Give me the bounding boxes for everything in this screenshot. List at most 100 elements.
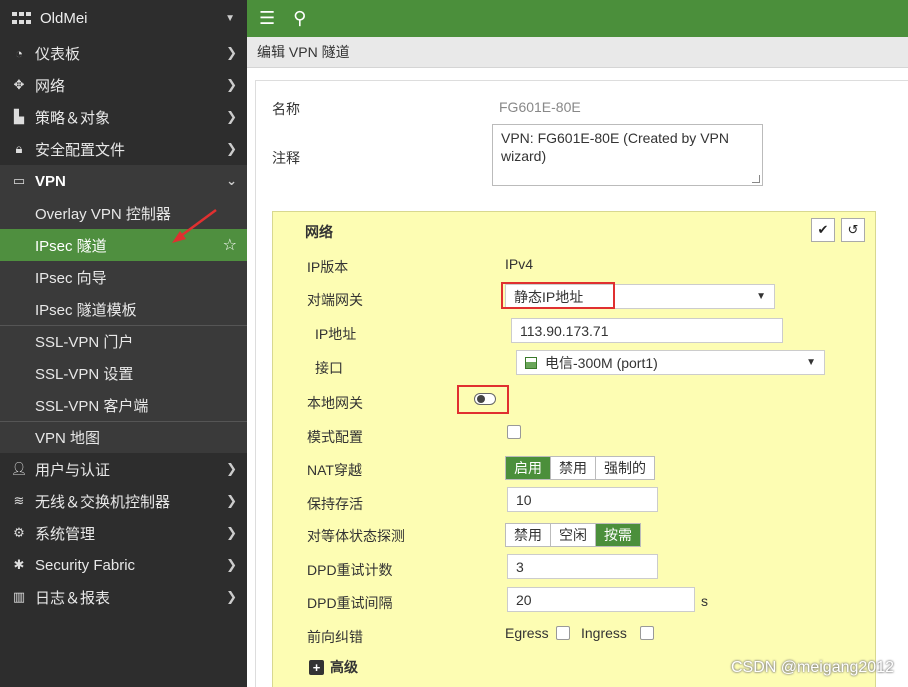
network-panel: 网络 ✔ ↺ IP版本 IPv4 对端网关 静态IP地址 ▼ IP地址 113.… bbox=[272, 211, 876, 687]
port-icon bbox=[525, 356, 537, 369]
fortinet-logo-icon bbox=[12, 11, 32, 26]
watermark: CSDN @meigang2012 bbox=[731, 659, 894, 676]
chevron-right-icon: ❯ bbox=[226, 141, 237, 156]
ip-address-value: 113.90.173.71 bbox=[520, 322, 609, 339]
sidebar: OldMei ▼ ◔ 仪表板 ❯ ✥ 网络 ❯ ▙ 策略＆对象 ❯ 🔒︎ 安全配… bbox=[0, 0, 247, 687]
caret-down-icon: ▼ bbox=[806, 357, 816, 368]
sidebar-item-label: 安全配置文件 bbox=[35, 141, 126, 159]
dpd-label: 对等体状态探测 bbox=[307, 528, 405, 544]
caret-down-icon: ▼ bbox=[225, 13, 235, 24]
sidebar-item-dashboard[interactable]: ◔ 仪表板 ❯ bbox=[0, 37, 247, 69]
fabric-icon: ✱ bbox=[13, 557, 25, 572]
dpd-selector[interactable]: 禁用 空闲 按需 bbox=[505, 523, 641, 547]
ip-address-input[interactable]: 113.90.173.71 bbox=[511, 318, 783, 343]
org-name: OldMei bbox=[40, 10, 88, 27]
dpd-retry-interval-label: DPD重试间隔 bbox=[307, 595, 393, 611]
dpd-retry-count-input[interactable]: 3 bbox=[507, 554, 658, 579]
sidebar-item-network[interactable]: ✥ 网络 ❯ bbox=[0, 69, 247, 101]
comment-input[interactable]: VPN: FG601E-80E (Created by VPN wizard) bbox=[492, 124, 763, 186]
highlight-box bbox=[457, 385, 509, 414]
confirm-button[interactable]: ✔ bbox=[811, 218, 835, 242]
sidebar-item-wifi-switch[interactable]: ≋ 无线＆交换机控制器 ❯ bbox=[0, 485, 247, 517]
dpd-option-idle[interactable]: 空闲 bbox=[551, 524, 596, 546]
sidebar-item-security-profiles[interactable]: 🔒︎ 安全配置文件 ❯ bbox=[0, 133, 247, 165]
chevron-right-icon: ❯ bbox=[226, 461, 237, 476]
laptop-icon: ▭ bbox=[12, 173, 26, 188]
sidebar-item-label: IPsec 隧道 bbox=[35, 237, 107, 255]
undo-icon: ↺ bbox=[847, 222, 859, 237]
policy-icon: ▙ bbox=[14, 109, 24, 124]
dashboard-icon: ◔ bbox=[15, 45, 23, 61]
dpd-option-on-demand[interactable]: 按需 bbox=[596, 524, 640, 546]
edit-vpn-form: 名称 FG601E-80E 注释 VPN: FG601E-80E (Create… bbox=[255, 80, 908, 687]
egress-checkbox[interactable] bbox=[556, 626, 570, 640]
sidebar-item-label: 用户与认证 bbox=[35, 461, 111, 479]
sidebar-item-system[interactable]: ⚙ 系统管理 ❯ bbox=[0, 517, 247, 549]
breadcrumb: 编辑 VPN 隧道 bbox=[247, 37, 908, 68]
dpd-retry-interval-input[interactable]: 20 bbox=[507, 587, 695, 612]
sidebar-item-ssl-settings[interactable]: SSL-VPN 设置 bbox=[0, 357, 247, 389]
nat-option-enable[interactable]: 启用 bbox=[506, 457, 551, 479]
sidebar-item-label: 仪表板 bbox=[35, 45, 81, 63]
dpd-retry-count-label: DPD重试计数 bbox=[307, 562, 393, 578]
keepalive-input[interactable]: 10 bbox=[507, 487, 658, 512]
sidebar-item-user-auth[interactable]: 👤︎ 用户与认证 ❯ bbox=[0, 453, 247, 485]
org-switcher[interactable]: OldMei ▼ bbox=[0, 0, 247, 37]
sidebar-item-label: 无线＆交换机控制器 bbox=[35, 493, 171, 511]
nat-option-disable[interactable]: 禁用 bbox=[551, 457, 596, 479]
lock-icon: 🔒︎ bbox=[15, 141, 23, 156]
star-icon[interactable]: ☆ bbox=[223, 235, 237, 255]
sidebar-item-label: 系统管理 bbox=[35, 525, 96, 543]
sidebar-item-ssl-clients[interactable]: SSL-VPN 客户端 bbox=[0, 389, 247, 421]
dpd-option-disable[interactable]: 禁用 bbox=[506, 524, 551, 546]
chevron-right-icon: ❯ bbox=[226, 45, 237, 60]
advanced-toggle[interactable]: + 高级 bbox=[309, 657, 358, 677]
sidebar-item-security-fabric[interactable]: ✱ Security Fabric ❯ bbox=[0, 549, 247, 581]
sidebar-item-label: SSL-VPN 客户端 bbox=[35, 397, 149, 415]
wifi-icon: ≋ bbox=[13, 493, 25, 508]
chevron-right-icon: ❯ bbox=[226, 589, 237, 604]
menu-icon[interactable]: ☰ bbox=[259, 8, 275, 29]
caret-down-icon: ▼ bbox=[756, 291, 766, 302]
sidebar-item-ipsec-wizard[interactable]: IPsec 向导 bbox=[0, 261, 247, 293]
mode-config-checkbox[interactable] bbox=[507, 425, 521, 439]
sidebar-item-log-report[interactable]: ▥ 日志＆报表 ❯ bbox=[0, 581, 247, 613]
revert-button[interactable]: ↺ bbox=[841, 218, 865, 242]
top-bar: ☰ ⚲ bbox=[247, 0, 908, 37]
ingress-checkbox[interactable] bbox=[640, 626, 654, 640]
sidebar-item-label: Overlay VPN 控制器 bbox=[35, 205, 171, 223]
interface-select[interactable]: 电信-300M (port1) ▼ bbox=[516, 350, 825, 375]
ip-address-label: IP地址 bbox=[315, 326, 357, 342]
sidebar-item-vpn-map[interactable]: VPN 地图 bbox=[0, 421, 247, 453]
comment-text: VPN: FG601E-80E (Created by VPN wizard) bbox=[501, 130, 729, 164]
resize-handle-icon[interactable] bbox=[752, 175, 760, 183]
remote-gateway-label: 对端网关 bbox=[307, 292, 363, 308]
name-value: FG601E-80E bbox=[499, 99, 581, 115]
sidebar-item-label: 日志＆报表 bbox=[35, 589, 111, 607]
sidebar-item-ipsec-templates[interactable]: IPsec 隧道模板 bbox=[0, 293, 247, 325]
sidebar-item-label: IPsec 向导 bbox=[35, 269, 107, 287]
name-label: 名称 bbox=[272, 101, 300, 117]
comment-label: 注释 bbox=[272, 150, 300, 166]
dpd-retry-interval-unit: s bbox=[701, 593, 708, 609]
sidebar-item-label: 网络 bbox=[35, 77, 66, 95]
sidebar-item-vpn[interactable]: ▭ VPN ⌄ bbox=[0, 165, 247, 197]
chevron-right-icon: ❯ bbox=[226, 77, 237, 92]
sidebar-item-policy[interactable]: ▙ 策略＆对象 ❯ bbox=[0, 101, 247, 133]
chevron-right-icon: ❯ bbox=[226, 557, 237, 572]
sidebar-item-ssl-portal[interactable]: SSL-VPN 门户 bbox=[0, 325, 247, 357]
mode-config-label: 模式配置 bbox=[307, 429, 363, 445]
interface-label: 接口 bbox=[315, 360, 343, 376]
panel-title: 网络 bbox=[305, 224, 333, 240]
ip-version-label: IP版本 bbox=[307, 259, 349, 275]
ingress-label: Ingress bbox=[581, 625, 627, 641]
annotation-arrow-icon bbox=[172, 208, 217, 243]
sidebar-item-label: SSL-VPN 设置 bbox=[35, 365, 134, 383]
search-icon[interactable]: ⚲ bbox=[293, 8, 306, 29]
nat-traversal-selector[interactable]: 启用 禁用 强制的 bbox=[505, 456, 655, 480]
gear-icon: ⚙ bbox=[13, 525, 25, 540]
user-icon: 👤︎ bbox=[10, 461, 28, 476]
advanced-label: 高级 bbox=[330, 659, 358, 675]
nat-option-forced[interactable]: 强制的 bbox=[596, 457, 654, 479]
egress-label: Egress bbox=[505, 625, 549, 641]
